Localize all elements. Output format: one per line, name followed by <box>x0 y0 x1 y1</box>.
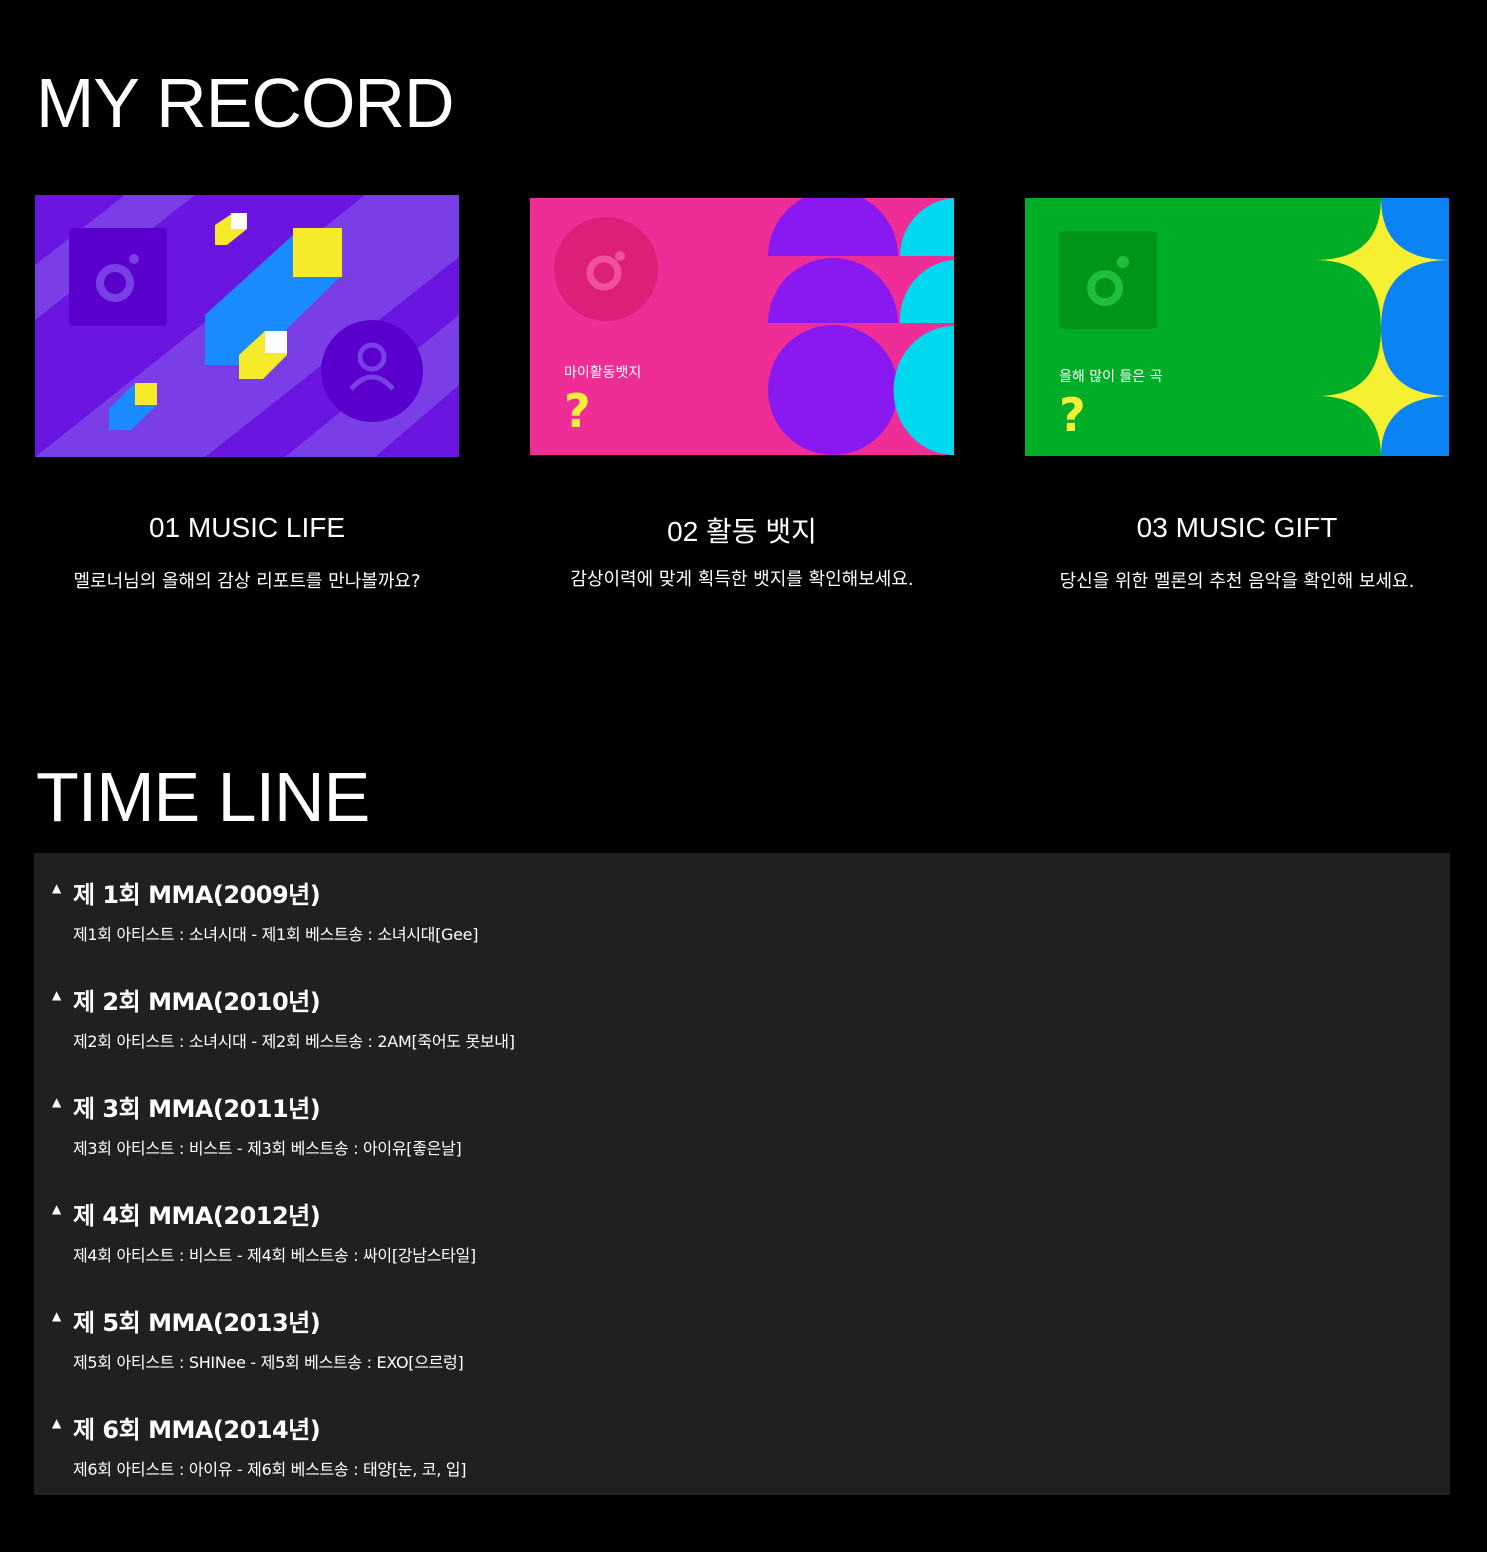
activity-badge-title[interactable]: 02 활동 뱃지 <box>530 510 954 550</box>
activity-badge-thumbnail[interactable]: 마이활동뱃지 ? <box>530 198 954 460</box>
triangle-up-icon: ▲ <box>52 881 62 895</box>
triangle-up-icon: ▲ <box>52 1309 62 1323</box>
triangle-up-icon: ▲ <box>52 1202 62 1216</box>
activity-badge-overlay-label: 마이활동뱃지 <box>564 365 642 381</box>
timeline-item-heading[interactable]: 제 6회 MMA(2014년) <box>73 1410 321 1445</box>
timeline-item-detail: 제5회 아티스트 : SHINee - 제5회 베스트송 : EXO[으르렁] <box>73 1353 464 1372</box>
music-life-title[interactable]: 01 MUSIC LIFE <box>35 512 459 544</box>
music-life-thumbnail[interactable] <box>35 195 459 457</box>
activity-badge-illustration <box>530 198 954 455</box>
music-life-desc: 멜로너님의 올해의 감상 리포트를 만나볼까요? <box>73 571 421 592</box>
card-activity-badge[interactable]: 마이활동뱃지 ? 02 활동 뱃지 감상이력에 맞게 획득한 뱃지를 확인해보세… <box>530 198 954 590</box>
music-gift-overlay-label: 올해 많이 들은 곡 <box>1059 369 1163 385</box>
triangle-up-icon: ▲ <box>52 1095 62 1109</box>
music-gift-title[interactable]: 03 MUSIC GIFT <box>1025 512 1449 544</box>
timeline-title: TIME LINE <box>36 758 370 836</box>
timeline-item-heading[interactable]: 제 4회 MMA(2012년) <box>73 1196 321 1231</box>
triangle-up-icon: ▲ <box>52 988 62 1002</box>
timeline-item-detail: 제4회 아티스트 : 비스트 - 제4회 베스트송 : 싸이[강남스타일] <box>73 1246 476 1265</box>
timeline-item-detail: 제1회 아티스트 : 소녀시대 - 제1회 베스트송 : 소녀시대[Gee] <box>73 925 479 944</box>
music-gift-desc: 당신을 위한 멜론의 추천 음악을 확인해 보세요. <box>1059 571 1415 592</box>
question-mark-icon: ? <box>564 384 591 438</box>
timeline-item-detail: 제2회 아티스트 : 소녀시대 - 제2회 베스트송 : 2AM[죽어도 못보내… <box>73 1032 515 1051</box>
activity-badge-desc: 감상이력에 맞게 획득한 뱃지를 확인해보세요. <box>570 569 914 590</box>
my-record-title: MY RECORD <box>36 64 455 142</box>
music-gift-illustration <box>1025 198 1449 456</box>
timeline-item-heading[interactable]: 제 5회 MMA(2013년) <box>73 1303 321 1338</box>
triangle-up-icon: ▲ <box>52 1416 62 1430</box>
timeline-panel: ▲ 제 1회 MMA(2009년) 제1회 아티스트 : 소녀시대 - 제1회 … <box>34 853 1450 1495</box>
timeline-item-detail: 제6회 아티스트 : 아이유 - 제6회 베스트송 : 태양[눈, 코, 입] <box>73 1460 467 1479</box>
card-music-life[interactable]: 01 MUSIC LIFE 멜로너님의 올해의 감상 리포트를 만나볼까요? <box>35 195 459 592</box>
music-life-illustration <box>35 195 459 457</box>
timeline-item-heading[interactable]: 제 2회 MMA(2010년) <box>73 982 321 1017</box>
question-mark-icon: ? <box>1059 388 1086 442</box>
timeline-item-detail: 제3회 아티스트 : 비스트 - 제3회 베스트송 : 아이유[좋은날] <box>73 1139 462 1158</box>
card-music-gift[interactable]: 올해 많이 들은 곡 ? 03 MUSIC GIFT 당신을 위한 멜론의 추천… <box>1025 198 1449 592</box>
timeline-item-heading[interactable]: 제 3회 MMA(2011년) <box>73 1089 321 1124</box>
music-gift-thumbnail[interactable]: 올해 많이 들은 곡 ? <box>1025 198 1449 460</box>
timeline-item-heading[interactable]: 제 1회 MMA(2009년) <box>73 875 321 910</box>
